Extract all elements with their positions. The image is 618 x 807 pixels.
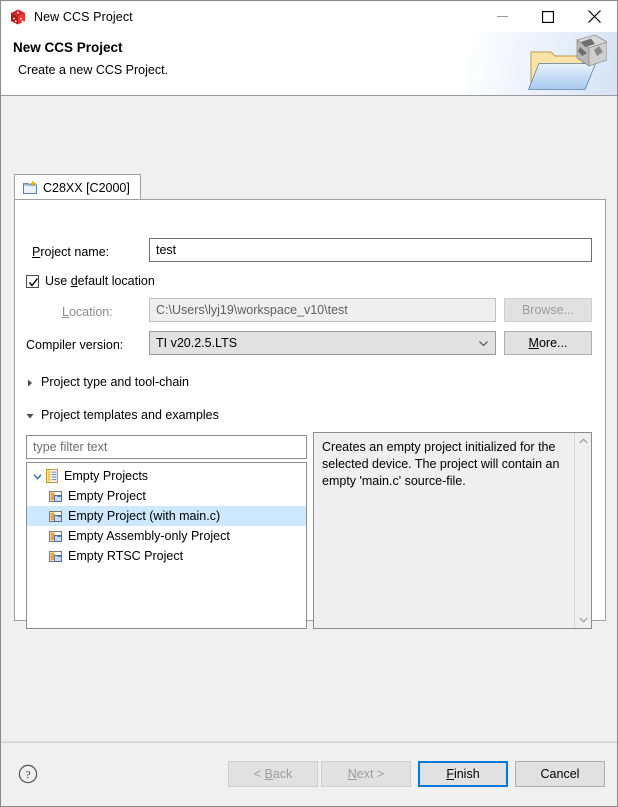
scroll-up-button[interactable] [575, 433, 591, 449]
window-controls [479, 1, 617, 32]
tree-row-empty-assembly-only-project[interactable]: Empty Assembly-only Project [27, 526, 306, 546]
next-button-label: Next > [347, 767, 385, 781]
tree-row-empty-rtsc-project[interactable]: Empty RTSC Project [27, 546, 306, 566]
location-label: Location: [62, 305, 113, 319]
project-icon [48, 488, 64, 504]
section-project-templates[interactable]: Project templates and examples [25, 408, 219, 422]
close-button[interactable] [571, 1, 617, 32]
compiler-version-label: Compiler version: [26, 338, 123, 352]
use-default-location-row[interactable]: Use default location [26, 274, 155, 288]
tab-content-panel: Project name: test Use default location … [14, 199, 606, 629]
description-scrollbar[interactable] [574, 433, 591, 628]
cancel-button[interactable]: Cancel [515, 761, 605, 787]
tab-c28xx-c2000[interactable]: C28XX [C2000] [14, 174, 141, 200]
more-button[interactable]: More... [504, 331, 592, 355]
project-name-input[interactable]: test [149, 238, 592, 262]
svg-text:?: ? [25, 769, 30, 781]
tree-item-label: Empty RTSC Project [68, 549, 184, 563]
project-tab-icon [22, 179, 38, 196]
compiler-version-combo[interactable]: TI v20.2.5.LTS [149, 331, 496, 355]
browse-button[interactable]: Browse... [504, 298, 592, 322]
tab-label: C28XX [C2000] [43, 180, 130, 195]
scroll-down-button[interactable] [575, 612, 591, 628]
section-project-templates-label: Project templates and examples [41, 408, 219, 422]
tree-root-label: Empty Projects [64, 469, 149, 483]
dialog-body: Target: 0049 TMS320F280049 Connection: T… [1, 96, 617, 781]
title-bar: New CCS Project [1, 1, 617, 32]
back-button-label: < Back [253, 767, 293, 781]
finish-button-label: Finish [446, 767, 480, 781]
template-description-text: Creates an empty project initialized for… [322, 440, 560, 488]
tree-row-empty-project[interactable]: Empty Project [27, 486, 306, 506]
template-filter-input[interactable]: type filter text [26, 435, 307, 459]
templates-folder-icon [44, 468, 60, 484]
compiler-version-label-text: Compiler version: [26, 338, 124, 352]
tree-item-label: Empty Assembly-only Project [68, 529, 230, 543]
chevron-down-icon [479, 341, 488, 346]
more-button-label: More... [528, 336, 568, 350]
footer-divider [1, 742, 617, 743]
dialog-banner: New CCS Project Create a new CCS Project… [1, 32, 617, 96]
project-icon [48, 528, 64, 544]
chevron-down-icon[interactable] [31, 472, 44, 481]
use-default-location-checkbox[interactable] [26, 274, 39, 288]
banner-subtitle: Create a new CCS Project. [18, 63, 169, 77]
template-filter-placeholder: type filter text [33, 440, 108, 454]
back-button[interactable]: < Back [228, 761, 318, 787]
project-name-label: Project name: [32, 245, 110, 259]
ccs-cube-icon [9, 8, 27, 26]
use-default-location-label: Use default location [45, 274, 155, 288]
location-value: C:\Users\lyj19\workspace_v10\test [156, 303, 348, 317]
compiler-version-value: TI v20.2.5.LTS [156, 336, 238, 350]
tree-row-empty-project-with-main[interactable]: Empty Project (with main.c) [27, 506, 306, 526]
template-tree[interactable]: Empty Projects Empty Project Empty Proje… [26, 462, 307, 629]
maximize-button[interactable] [525, 1, 571, 32]
dialog-footer: ? < Back Next > Finish Cancel [1, 741, 617, 806]
banner-title: New CCS Project [13, 40, 123, 55]
tree-item-label: Empty Project [68, 489, 146, 503]
finish-button[interactable]: Finish [418, 761, 508, 787]
window-title: New CCS Project [34, 9, 133, 24]
section-project-type-toolchain[interactable]: Project type and tool-chain [25, 375, 189, 389]
tree-item-label: Empty Project (with main.c) [68, 509, 221, 523]
section-project-type-toolchain-label: Project type and tool-chain [41, 375, 190, 389]
tree-row-root[interactable]: Empty Projects [27, 466, 306, 486]
project-icon [48, 548, 64, 564]
chevron-down-icon[interactable] [25, 410, 35, 420]
tab-strip: C28XX [C2000] [14, 174, 606, 200]
folder-package-icon [525, 34, 608, 94]
location-input[interactable]: C:\Users\lyj19\workspace_v10\test [149, 298, 496, 322]
template-description-panel: Creates an empty project initialized for… [313, 432, 592, 629]
new-ccs-project-dialog: New CCS Project New CCS Project Create a… [0, 0, 618, 807]
device-tab-folder: C28XX [C2000] Project name: test Use def… [14, 174, 606, 629]
chevron-right-icon[interactable] [25, 377, 35, 387]
next-button[interactable]: Next > [321, 761, 411, 787]
project-icon [48, 508, 64, 524]
project-name-value: test [156, 243, 177, 257]
help-icon[interactable]: ? [18, 764, 38, 784]
minimize-button[interactable] [479, 1, 525, 32]
